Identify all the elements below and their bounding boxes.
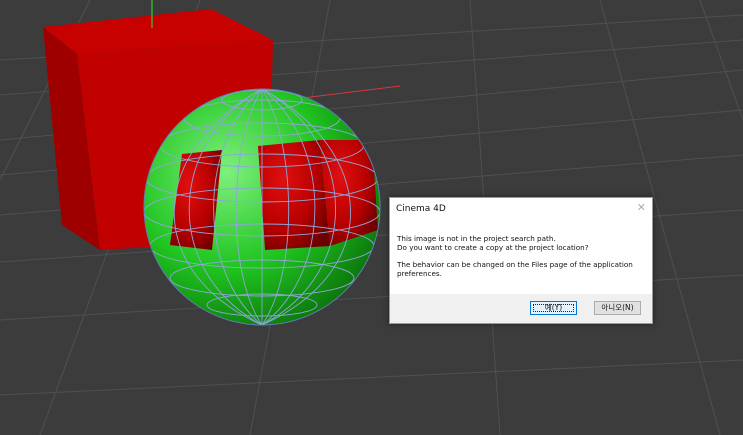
dialog-message: This image is not in the project search … [397,234,643,278]
dialog-title: Cinema 4D [396,204,446,214]
no-button[interactable]: 아니오(N) [594,301,641,315]
dialog-footer: 예(Y) 아니오(N) [390,294,652,323]
yes-button[interactable]: 예(Y) [530,301,577,315]
green-sphere[interactable] [143,88,381,326]
cinema4d-dialog: Cinema 4D ✕ This image is not in the pro… [389,197,653,324]
message-line: preferences. [397,268,442,278]
close-icon[interactable]: ✕ [637,201,646,214]
message-line: Do you want to create a copy at the proj… [397,242,589,252]
